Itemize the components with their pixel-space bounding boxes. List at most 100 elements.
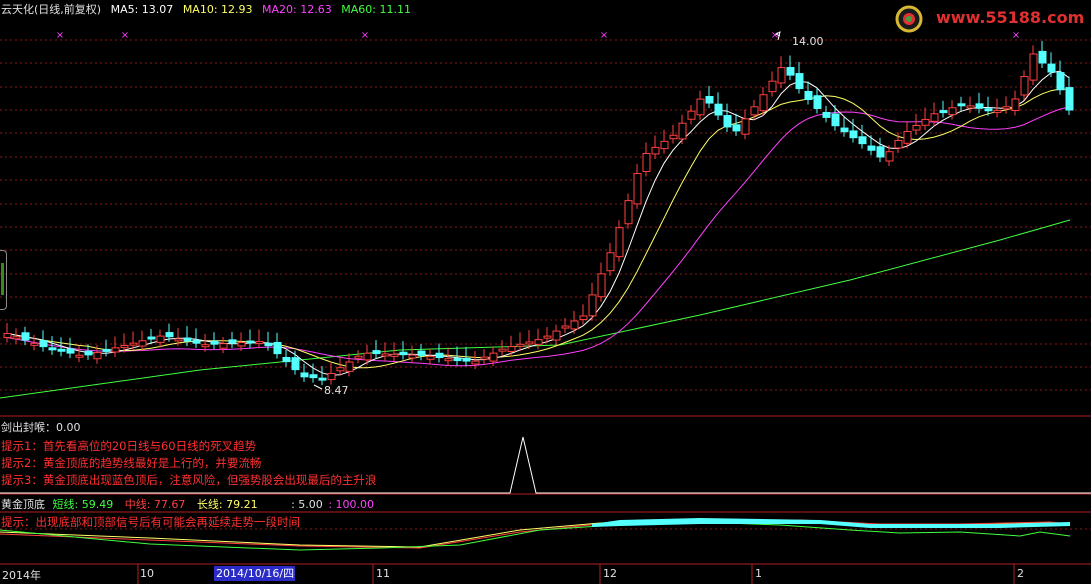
candle-body	[12, 336, 21, 340]
stock-title[interactable]: 云天化(日线,前复权)	[1, 3, 101, 16]
candle-body	[1011, 98, 1020, 111]
ma20-line	[6, 106, 1070, 367]
candle-body	[642, 152, 651, 172]
ma10-path	[6, 88, 1070, 369]
candle-body	[1029, 53, 1038, 81]
candle-body	[579, 315, 588, 321]
candle-body	[48, 347, 57, 351]
candle-body	[534, 339, 543, 345]
candle-body	[237, 342, 246, 347]
logo-emblem-icon	[895, 5, 923, 33]
candle-body	[228, 339, 237, 344]
candle-body	[597, 273, 606, 298]
candle-body	[759, 94, 768, 112]
level-100-value: : 100.00	[328, 498, 375, 511]
scroll-handle[interactable]	[0, 250, 7, 310]
indicator-name: 黄金顶底	[1, 498, 45, 511]
candle-body	[39, 340, 48, 348]
candle-body	[624, 200, 633, 225]
tip-1: 提示1：首先看高位的20日线与60日线的死叉趋势	[1, 439, 257, 453]
candle-body	[831, 113, 840, 127]
candle-body	[651, 146, 660, 155]
candle-body	[750, 106, 759, 116]
candle-body	[291, 357, 300, 371]
jianchu-title: 剑出封喉：0.00	[1, 421, 81, 434]
level-5-value: : 5.00	[291, 498, 323, 511]
ma60-path	[0, 219, 1071, 399]
indicator-tip: 提示：出现底部和顶部信号后有可能会再延续走势一段时间	[1, 515, 300, 529]
candle-body	[975, 103, 984, 109]
candle-body	[840, 127, 849, 133]
candle-body	[669, 134, 678, 140]
candle-body	[354, 355, 363, 359]
candle-body	[1065, 87, 1074, 111]
candle-body	[696, 98, 705, 116]
axis-month-12: 12	[603, 567, 617, 580]
selected-date[interactable]: 2014/10/16/四	[214, 566, 295, 581]
candle-body	[1020, 76, 1029, 96]
candle-body	[138, 340, 147, 347]
candle-body	[867, 145, 876, 151]
ma10-line	[6, 88, 1070, 369]
axis-year: 2014年	[2, 569, 41, 582]
candle-body	[282, 356, 291, 363]
logo-url: www.55188.com	[936, 8, 1085, 27]
mid-line-value: 中线: 77.67	[124, 498, 186, 511]
site-logo: www.55188.com	[894, 4, 1084, 34]
candle-body	[273, 342, 282, 355]
candle-body	[876, 146, 885, 158]
candle-body	[948, 107, 957, 116]
candle-body	[993, 109, 1002, 113]
candle-body	[966, 105, 975, 109]
candle-body	[426, 355, 435, 360]
candle-body	[1038, 50, 1047, 64]
signal-marker: ×	[361, 30, 369, 41]
candle-body	[201, 344, 210, 348]
candle-body	[102, 348, 111, 352]
candle-body	[822, 111, 831, 118]
candle-body	[480, 356, 489, 360]
chart-header: 云天化(日线,前复权) MA5: 13.07 MA10: 12.93 MA20:…	[1, 1, 417, 17]
candle-body	[192, 339, 201, 344]
axis-month-10: 10	[140, 567, 154, 580]
candle-body	[777, 67, 786, 84]
long-line-value: 长线: 79.21	[196, 498, 258, 511]
candle-body	[174, 338, 183, 342]
ma20-path	[6, 106, 1070, 367]
candle-body	[858, 136, 867, 145]
candle-body	[525, 341, 534, 345]
axis-month-11: 11	[376, 567, 390, 580]
candle-body	[1047, 63, 1056, 73]
candle-body	[930, 113, 939, 122]
axis-month-1: 1	[755, 567, 762, 580]
signal-marker: ×	[600, 30, 608, 41]
ma20-label: MA20: 12.63	[262, 3, 332, 16]
candle-body	[795, 73, 804, 90]
candle-body	[435, 352, 444, 359]
signal-marker: ×	[56, 30, 64, 41]
candle-body	[210, 340, 219, 345]
candle-body	[183, 337, 192, 342]
tip-2: 提示2：黄金顶底的趋势线最好是上行的，并要流畅	[1, 456, 262, 470]
candle-body	[147, 336, 156, 340]
candle-body	[813, 95, 822, 109]
indicator-header: 黄金顶底 短线: 59.49 中线: 77.67 长线: 79.21 : 5.0…	[1, 496, 374, 512]
candle-body	[849, 130, 858, 139]
candle-body	[309, 374, 318, 379]
candle-body	[912, 124, 921, 131]
candle-body	[381, 353, 390, 357]
candle-body	[120, 344, 129, 349]
candle-body	[552, 330, 561, 341]
signal-marker: ×	[121, 30, 129, 41]
high-price-label: 14.00	[792, 35, 824, 48]
candlesticks[interactable]	[3, 40, 1074, 386]
candle-body	[516, 343, 525, 347]
candle-body	[390, 353, 399, 357]
scroll-handle-grip-icon	[1, 263, 4, 295]
candle-body	[408, 354, 417, 359]
candle-body	[84, 350, 93, 356]
ma60-line	[0, 219, 1071, 399]
candle-body	[219, 343, 228, 349]
candle-body	[300, 372, 309, 378]
candle-body	[606, 252, 615, 272]
